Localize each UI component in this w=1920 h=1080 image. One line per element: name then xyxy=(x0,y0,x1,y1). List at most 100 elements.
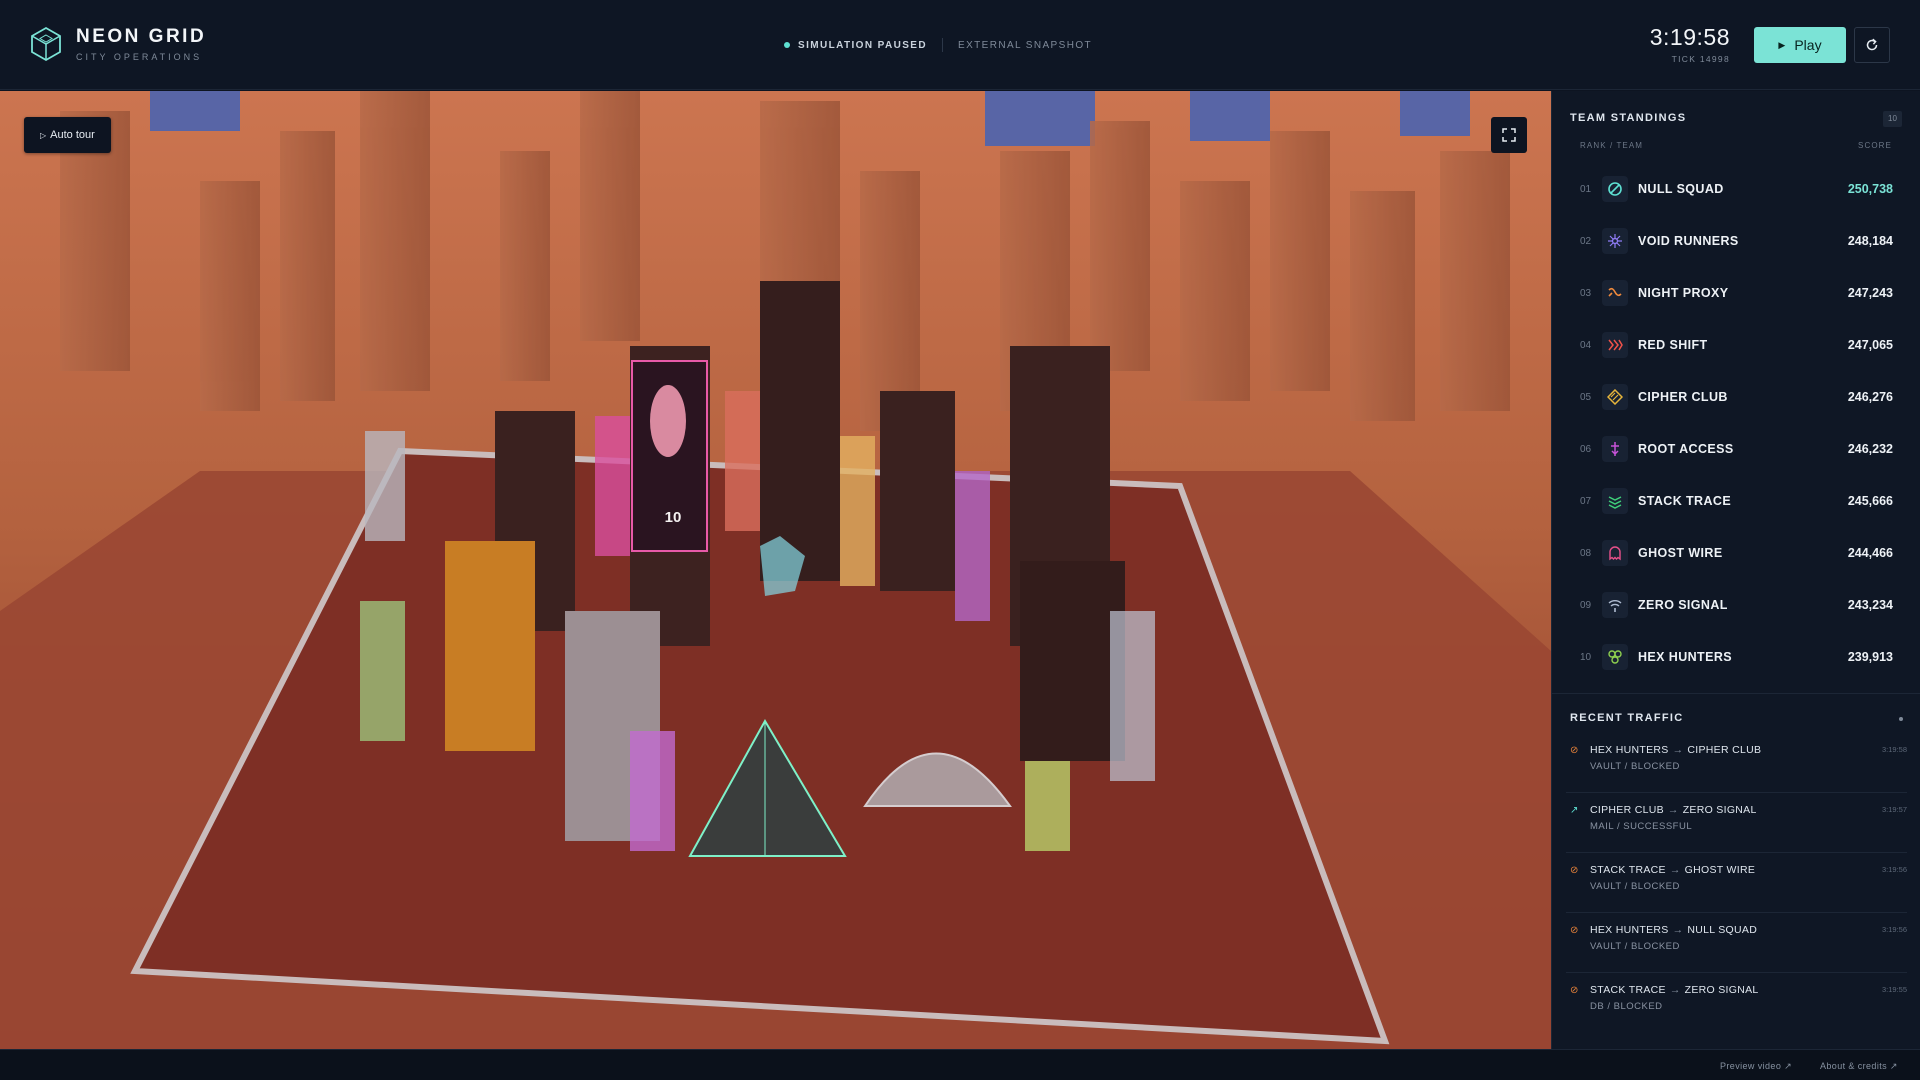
city-viewport[interactable]: 10 ▷ Auto tour xyxy=(0,91,1551,1049)
traffic-source: STACK TRACE xyxy=(1590,864,1666,876)
team-name: VOID RUNNERS xyxy=(1638,234,1739,248)
team-score: 244,466 xyxy=(1847,546,1893,560)
traffic-heading: RECENT TRAFFIC xyxy=(1570,712,1684,724)
traffic-item[interactable]: ⊘ HEX HUNTERS → NULL SQUAD VAULT / BLOCKED… xyxy=(1566,913,1907,973)
city-scene[interactable]: 10 xyxy=(0,91,1551,1049)
traffic-detail: VAULT / BLOCKED xyxy=(1590,761,1680,772)
traffic-detail: VAULT / BLOCKED xyxy=(1590,941,1680,952)
team-name: HEX HUNTERS xyxy=(1638,650,1732,664)
app-subtitle: CITY OPERATIONS xyxy=(76,52,203,62)
team-row[interactable]: 02 VOID RUNNERS 248,184 xyxy=(1552,215,1920,267)
team-score: 245,666 xyxy=(1847,494,1893,508)
tick-counter: TICK 14998 xyxy=(1671,54,1730,64)
traffic-route: STACK TRACE → GHOST WIRE xyxy=(1590,864,1755,876)
traffic-source: HEX HUNTERS xyxy=(1590,744,1669,756)
starburst-icon xyxy=(1602,228,1628,254)
app-title: NEON GRID xyxy=(76,26,207,47)
brand: NEON GRID CITY OPERATIONS xyxy=(30,26,206,62)
blocked-icon: ⊘ xyxy=(1570,985,1579,996)
refresh-icon xyxy=(1866,38,1878,51)
side-panel: TEAM STANDINGS 10 RANK / TEAM SCORE 01 N… xyxy=(1551,91,1920,1049)
traffic-source: HEX HUNTERS xyxy=(1590,924,1669,936)
traffic-target: ZERO SIGNAL xyxy=(1684,984,1759,996)
traffic-time: 3:19:57 xyxy=(1881,805,1907,814)
arrow-right-icon: → xyxy=(1667,804,1679,816)
arrow-right-icon: → xyxy=(1672,744,1684,756)
play-button[interactable]: ▶ Play xyxy=(1754,27,1846,63)
sky-gap xyxy=(1400,91,1470,136)
root-icon xyxy=(1602,436,1628,462)
status-divider xyxy=(942,38,943,52)
team-score: 239,913 xyxy=(1847,650,1893,664)
footer: Preview video ↗ About & credits ↗ xyxy=(0,1049,1920,1080)
slashed-circle-icon xyxy=(1602,176,1628,202)
team-rank: 04 xyxy=(1580,339,1592,351)
traffic-source: CIPHER CLUB xyxy=(1590,804,1664,816)
play-label: Play xyxy=(1794,37,1822,53)
play-icon: ▶ xyxy=(1778,39,1786,50)
traffic-route: HEX HUNTERS → NULL SQUAD xyxy=(1590,924,1757,936)
traffic-item[interactable]: ⊘ STACK TRACE → GHOST WIRE VAULT / BLOCKED… xyxy=(1566,853,1907,913)
traffic-target: NULL SQUAD xyxy=(1687,924,1758,936)
team-score: 246,276 xyxy=(1847,390,1893,404)
arrow-right-icon: → xyxy=(1669,984,1681,996)
team-score: 248,184 xyxy=(1847,234,1893,248)
team-row[interactable]: 09 ZERO SIGNAL 243,234 xyxy=(1552,579,1920,631)
team-rank: 05 xyxy=(1580,391,1592,403)
traffic-source: STACK TRACE xyxy=(1590,984,1666,996)
preview-video-link[interactable]: Preview video ↗ xyxy=(1720,1061,1792,1072)
team-row[interactable]: 04 RED SHIFT 247,065 xyxy=(1552,319,1920,371)
team-row[interactable]: 03 NIGHT PROXY 247,243 xyxy=(1552,267,1920,319)
team-row[interactable]: 05 CIPHER CLUB 246,276 xyxy=(1552,371,1920,423)
team-rank: 01 xyxy=(1580,183,1592,195)
team-score: 247,065 xyxy=(1847,338,1893,352)
auto-tour-label: Auto tour xyxy=(50,129,95,141)
about-credits-link[interactable]: About & credits ↗ xyxy=(1820,1061,1898,1072)
team-name: NIGHT PROXY xyxy=(1638,286,1729,300)
auto-tour-button[interactable]: ▷ Auto tour xyxy=(24,117,111,153)
standings-heading: TEAM STANDINGS xyxy=(1570,112,1687,124)
team-name: RED SHIFT xyxy=(1638,338,1708,352)
traffic-target: CIPHER CLUB xyxy=(1687,744,1762,756)
arrow-up-right-icon: ↗ xyxy=(1570,805,1579,816)
team-score: 250,738 xyxy=(1847,182,1893,196)
team-row[interactable]: 10 HEX HUNTERS 239,913 xyxy=(1552,631,1920,683)
team-row[interactable]: 01 NULL SQUAD 250,738 xyxy=(1552,163,1920,215)
sky-gap xyxy=(150,91,240,131)
team-name: ZERO SIGNAL xyxy=(1638,598,1728,612)
signal-icon xyxy=(1602,592,1628,618)
arrow-right-icon: → xyxy=(1672,924,1684,936)
snapshot-label: EXTERNAL SNAPSHOT xyxy=(958,39,1093,51)
cipher-diamond-icon xyxy=(1602,384,1628,410)
team-name: CIPHER CLUB xyxy=(1638,390,1728,404)
reset-button[interactable] xyxy=(1854,27,1890,63)
hexagon-cube-icon xyxy=(31,26,61,62)
team-rank: 06 xyxy=(1580,443,1592,455)
team-name: GHOST WIRE xyxy=(1638,546,1723,560)
simulation-status: SIMULATION PAUSED EXTERNAL SNAPSHOT xyxy=(784,38,1092,52)
traffic-route: HEX HUNTERS → CIPHER CLUB xyxy=(1590,744,1761,756)
chevrons-icon xyxy=(1602,332,1628,358)
ghost-icon xyxy=(1602,540,1628,566)
team-rank: 02 xyxy=(1580,235,1592,247)
team-score: 246,232 xyxy=(1847,442,1893,456)
team-count-badge: 10 xyxy=(1883,111,1902,127)
traffic-time: 3:19:58 xyxy=(1881,745,1907,754)
status-dot-icon xyxy=(784,42,790,48)
traffic-item[interactable]: ⊘ STACK TRACE → ZERO SIGNAL DB / BLOCKED 3… xyxy=(1566,973,1907,1033)
traffic-item[interactable]: ↗ CIPHER CLUB → ZERO SIGNAL MAIL / SUCCESS… xyxy=(1566,793,1907,853)
score-column-header: SCORE xyxy=(1858,141,1892,150)
team-score: 243,234 xyxy=(1847,598,1893,612)
sim-clock: 3:19:58 TICK 14998 xyxy=(1640,24,1730,64)
team-rank: 07 xyxy=(1580,495,1592,507)
team-name: NULL SQUAD xyxy=(1638,182,1724,196)
fullscreen-button[interactable] xyxy=(1491,117,1527,153)
standings-list: 01 NULL SQUAD 250,738 02 VOID RUNNERS 24… xyxy=(1552,163,1920,683)
team-row[interactable]: 07 STACK TRACE 245,666 xyxy=(1552,475,1920,527)
traffic-target: GHOST WIRE xyxy=(1684,864,1756,876)
traffic-item[interactable]: ⊘ HEX HUNTERS → CIPHER CLUB VAULT / BLOCKE… xyxy=(1566,733,1907,793)
team-row[interactable]: 08 GHOST WIRE 244,466 xyxy=(1552,527,1920,579)
team-name: ROOT ACCESS xyxy=(1638,442,1734,456)
live-indicator-icon xyxy=(1899,717,1903,721)
team-row[interactable]: 06 ROOT ACCESS 246,232 xyxy=(1552,423,1920,475)
